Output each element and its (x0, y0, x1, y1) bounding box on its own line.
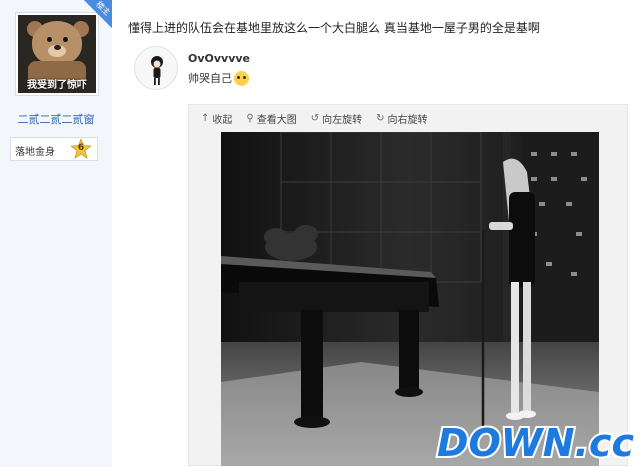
rotate-right-button[interactable]: ↻ 向右旋转 (376, 111, 427, 126)
rotate-left-button[interactable]: ↺ 向左旋转 (311, 111, 362, 126)
image-viewer: ↑ 收起 ⚲ 查看大图 ↺ 向左旋转 ↻ 向右旋转 (188, 104, 628, 466)
bw-photo-scene (221, 132, 599, 466)
reply-avatar[interactable] (134, 46, 178, 90)
collapse-button[interactable]: ↑ 收起 (201, 111, 232, 126)
collapse-label: 收起 (212, 115, 233, 126)
level-title: 落地金身 (15, 147, 55, 158)
level-number: 6 (77, 143, 85, 153)
member-level[interactable]: 落地金身 6 (10, 137, 98, 161)
author-username-link[interactable]: 二贰二贰二贰窗 (0, 111, 112, 127)
rotate-left-icon: ↺ (310, 113, 320, 124)
reply-content: 帅哭自己 (188, 70, 249, 86)
image-toolbar: ↑ 收起 ⚲ 查看大图 ↺ 向左旋转 ↻ 向右旋转 (201, 111, 428, 126)
avatar-caption: 我受到了惊吓 (27, 80, 87, 91)
reply-text: 帅哭自己 (188, 72, 232, 85)
op-badge-label: 楼主 (94, 0, 112, 18)
rotate-left-label: 向左旋转 (322, 115, 363, 126)
author-sidebar: 我受到了惊吓 楼主 二贰二贰二贰窗 落地金身 6 (0, 0, 112, 467)
view-large-label: 查看大图 (256, 115, 297, 126)
reply-username[interactable]: OvOvvvve (188, 52, 250, 65)
rotate-right-icon: ↻ (376, 113, 385, 124)
post-photo[interactable] (221, 132, 599, 466)
crying-emoji-icon (234, 70, 249, 86)
collapse-icon: ↑ (201, 113, 210, 124)
girl-avatar-icon (151, 56, 163, 85)
view-large-button[interactable]: ⚲ 查看大图 (246, 111, 296, 126)
level-badge-icon: 6 (69, 137, 93, 159)
rotate-right-label: 向右旋转 (387, 115, 428, 126)
post-title: 懂得上进的队伍会在基地里放这么一个大白腿么 真当基地一屋子男的全是基啊 (128, 21, 540, 35)
op-corner-badge: 楼主 (84, 0, 112, 28)
search-icon: ⚲ (246, 113, 254, 124)
